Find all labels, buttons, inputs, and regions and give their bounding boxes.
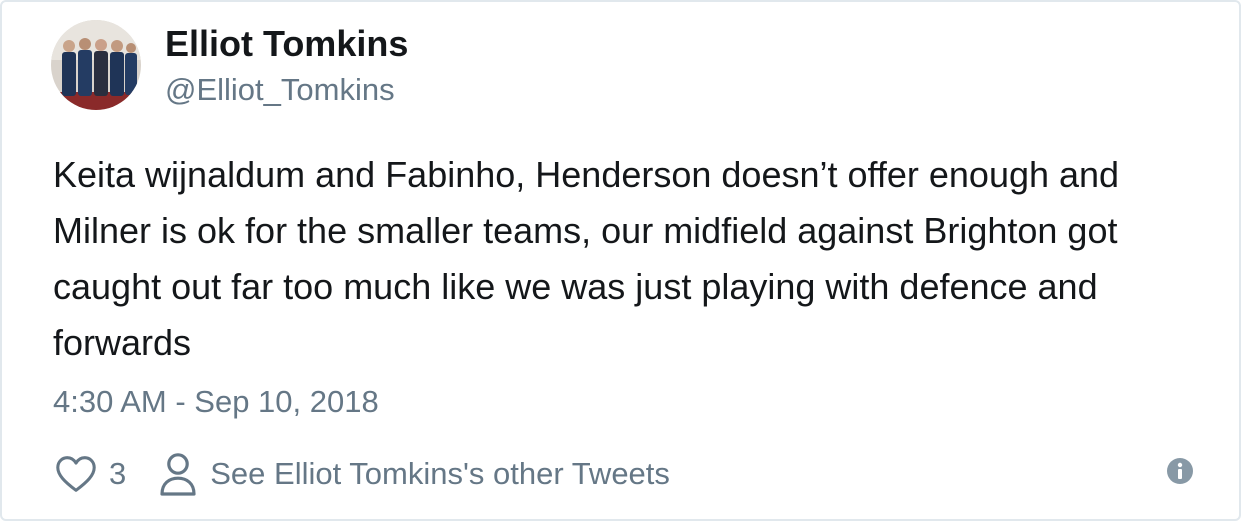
tweet-card: Elliot Tomkins @Elliot_Tomkins Keita wij… [0, 0, 1241, 521]
like-button[interactable]: 3 [53, 451, 126, 497]
tweet-timestamp[interactable]: 4:30 AM - Sep 10, 2018 [53, 382, 379, 422]
heart-icon [53, 451, 99, 497]
avatar[interactable] [51, 20, 141, 110]
author-display-name[interactable]: Elliot Tomkins [165, 22, 408, 66]
see-other-tweets-link[interactable]: See Elliot Tomkins's other Tweets [158, 451, 670, 497]
person-icon [158, 451, 198, 497]
tweet-text: Keita wijnaldum and Fabinho, Henderson d… [53, 154, 1120, 363]
avatar-photo [51, 20, 141, 110]
tweet-actions: 3 See Elliot Tomkins's other Tweets [53, 450, 670, 498]
like-count: 3 [109, 456, 127, 491]
info-button[interactable] [1166, 457, 1194, 485]
info-icon [1166, 458, 1194, 489]
see-other-tweets-label: See Elliot Tomkins's other Tweets [210, 456, 670, 491]
author-handle[interactable]: @Elliot_Tomkins [165, 70, 395, 110]
